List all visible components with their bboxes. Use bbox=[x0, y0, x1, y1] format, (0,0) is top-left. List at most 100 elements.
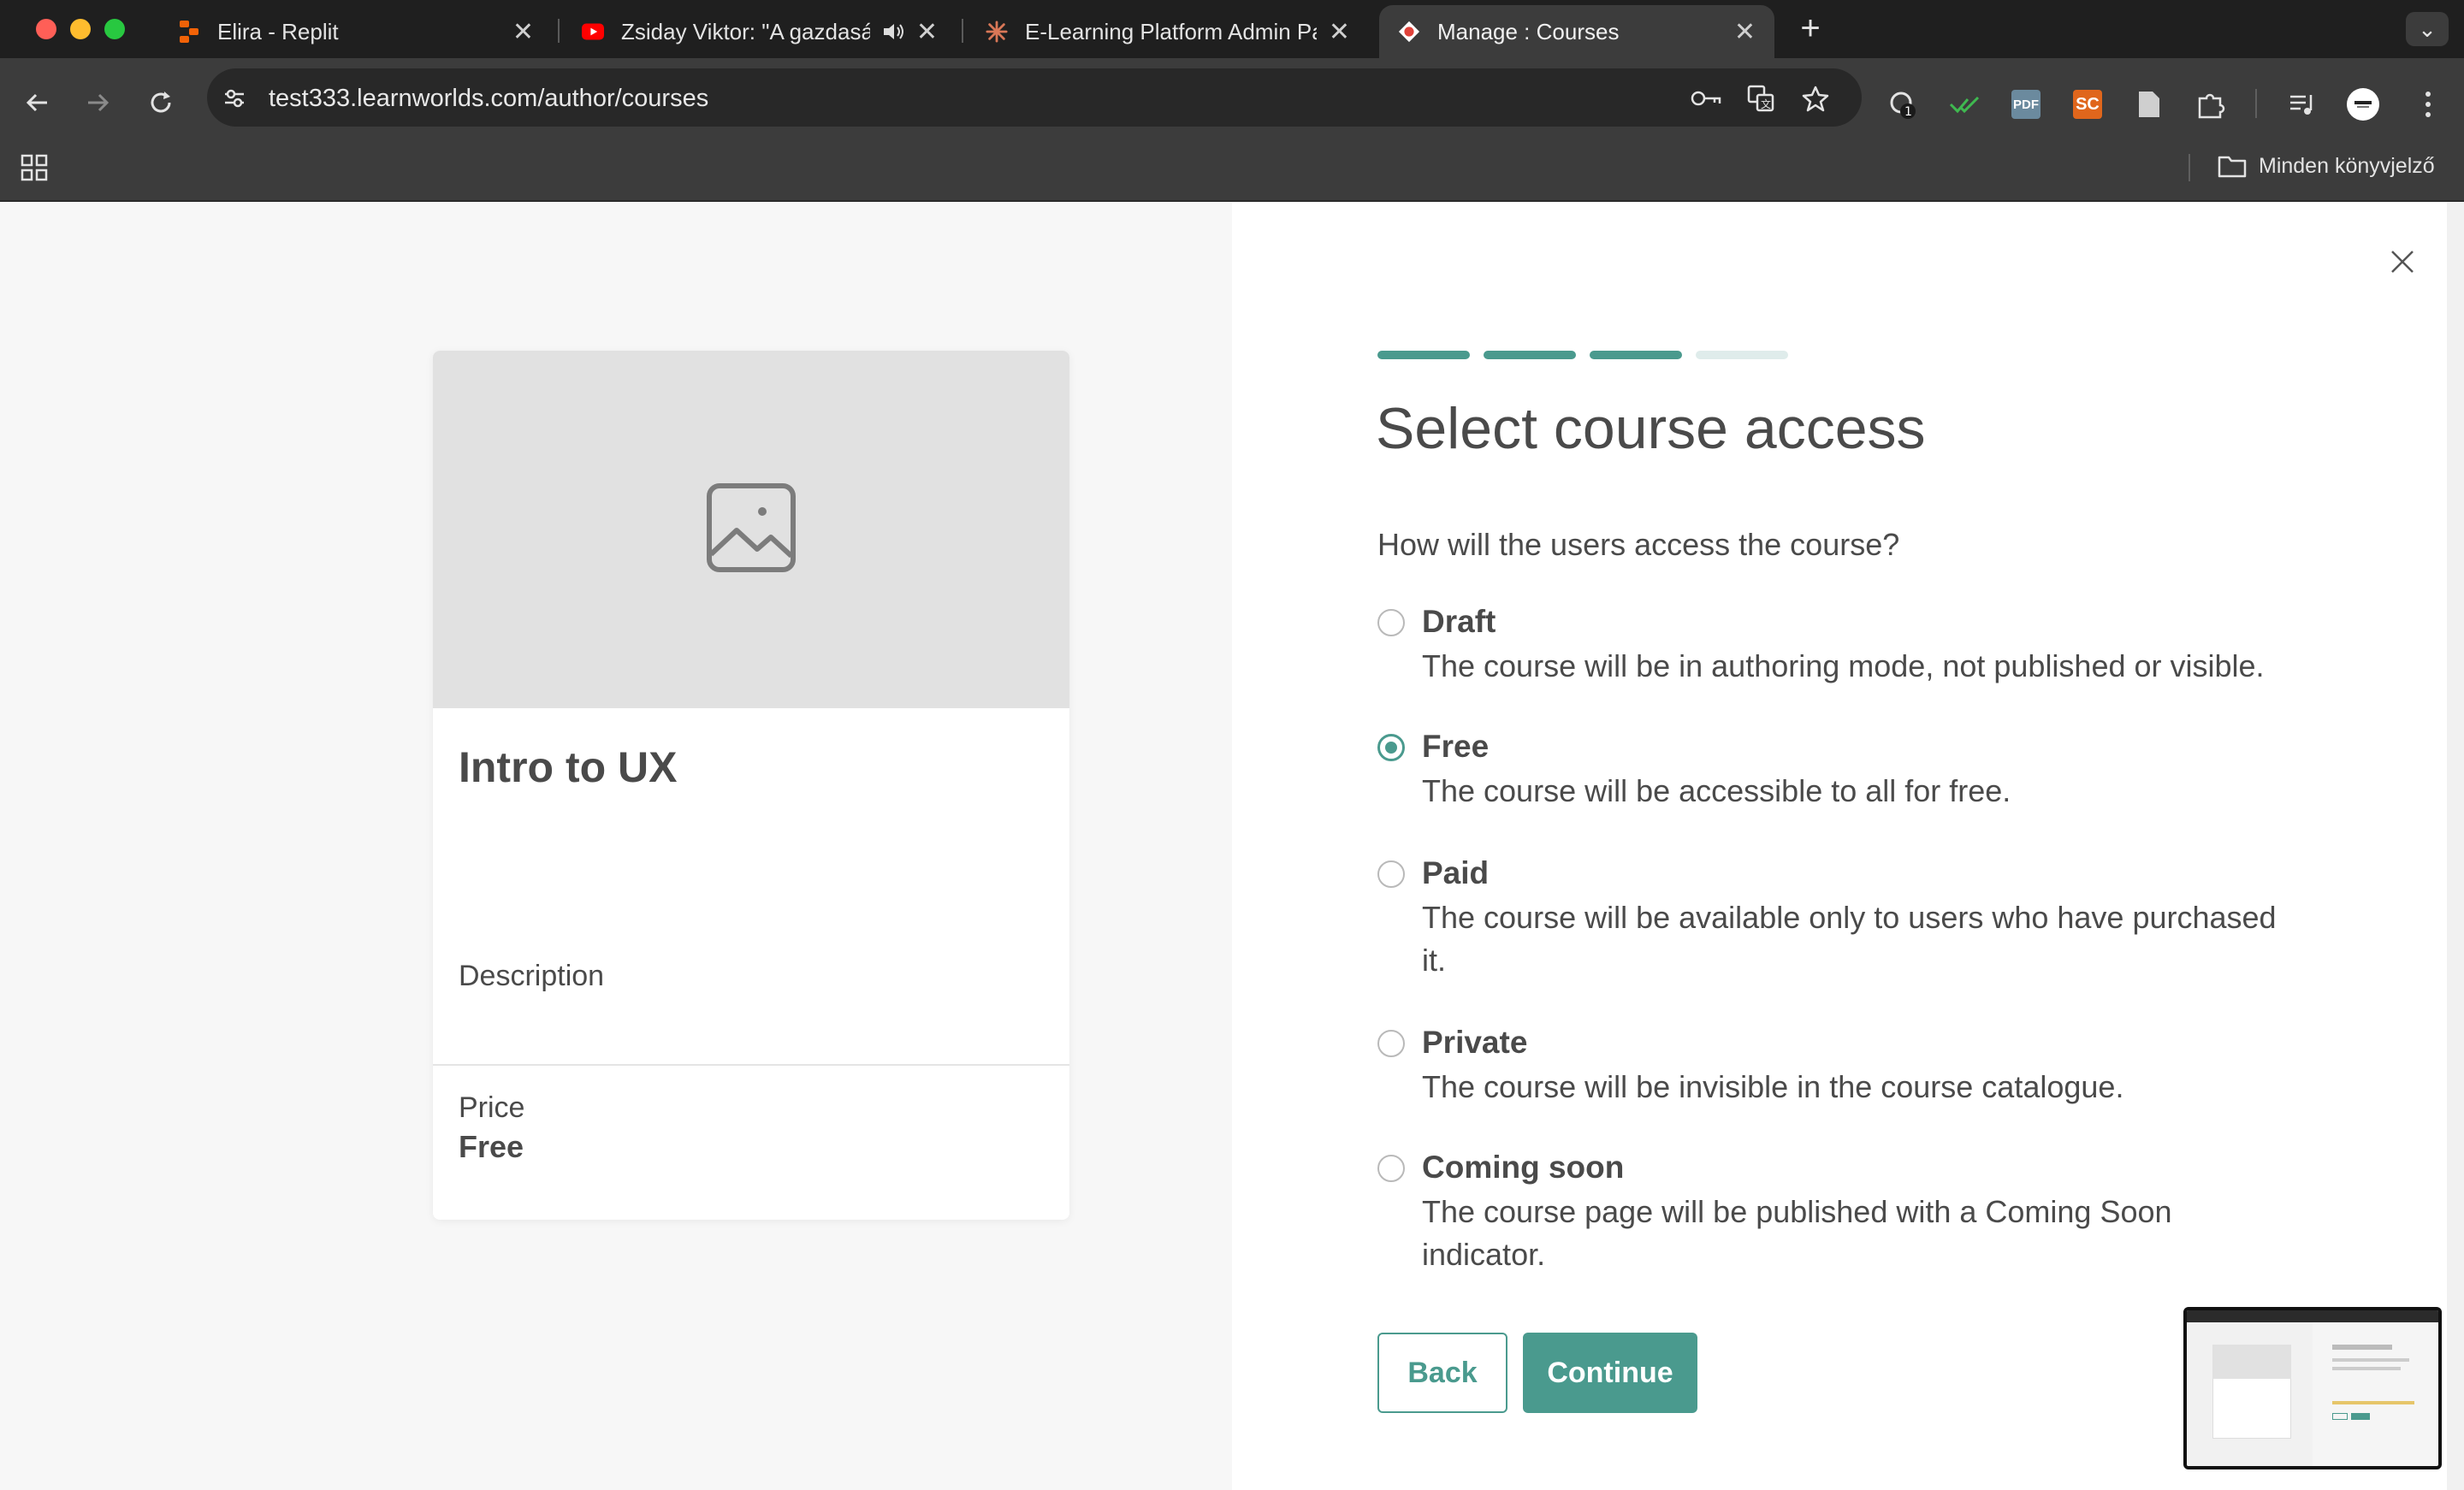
access-option-coming-soon[interactable]: Coming soon The course page will be publ… bbox=[1377, 1139, 2301, 1293]
option-title: Private bbox=[1422, 1025, 1528, 1060]
tab-separator bbox=[962, 19, 963, 43]
password-key-icon[interactable] bbox=[1691, 83, 1721, 114]
card-divider bbox=[433, 1064, 1069, 1066]
tab-title: Elira - Replit bbox=[217, 18, 339, 44]
media-control-icon[interactable] bbox=[2286, 87, 2320, 121]
course-image-placeholder bbox=[433, 351, 1069, 708]
image-placeholder-icon bbox=[706, 482, 797, 577]
toolbar-separator bbox=[2255, 89, 2257, 118]
sc-icon[interactable]: SC bbox=[2070, 87, 2105, 121]
reload-icon[interactable] bbox=[144, 86, 178, 120]
window-close-button[interactable] bbox=[36, 19, 56, 39]
preview-button bbox=[2351, 1413, 2370, 1420]
learnworlds-icon bbox=[1398, 21, 1420, 43]
course-description: Description bbox=[459, 960, 605, 992]
course-preview-card: Intro to UX Description Price Free bbox=[433, 351, 1069, 1220]
option-title: Paid bbox=[1422, 855, 1490, 890]
preview-pane: Intro to UX Description Price Free bbox=[0, 202, 1232, 1490]
course-title: Intro to UX bbox=[459, 743, 678, 791]
new-tab-button[interactable]: + bbox=[1793, 9, 1827, 48]
access-question: How will the users access the course? bbox=[1377, 527, 1900, 562]
youtube-icon bbox=[582, 21, 604, 43]
option-title: Free bbox=[1422, 729, 1490, 764]
profile-avatar[interactable] bbox=[2346, 87, 2380, 121]
translate-icon[interactable]: 文 bbox=[1745, 83, 1776, 114]
radio-private[interactable] bbox=[1377, 1030, 1405, 1057]
extensions-puzzle-icon[interactable] bbox=[2194, 87, 2228, 121]
site-info-icon[interactable] bbox=[219, 83, 250, 114]
checkmark-extension-icon[interactable] bbox=[1947, 87, 1981, 121]
close-icon[interactable]: ✕ bbox=[1734, 17, 1756, 47]
access-option-private[interactable]: Private The course will be invisible in … bbox=[1377, 1014, 2301, 1126]
all-bookmarks-label: Minden könyvjelző bbox=[2259, 153, 2435, 178]
tab-separator bbox=[558, 19, 560, 43]
svg-text:文: 文 bbox=[1761, 98, 1771, 110]
continue-button[interactable]: Continue bbox=[1523, 1333, 1697, 1413]
back-button[interactable]: Back bbox=[1377, 1333, 1507, 1413]
close-icon[interactable]: ✕ bbox=[512, 17, 534, 47]
tab-title: Zsiday Viktor: "A gazdasá bbox=[621, 18, 870, 44]
sparkle-icon bbox=[986, 21, 1008, 43]
browser-tab-bar: Elira - Replit ✕ Zsiday Viktor: "A gazda… bbox=[0, 0, 2464, 58]
option-description: The course will be available only to use… bbox=[1422, 900, 2277, 978]
address-bar[interactable]: test333.learnworlds.com/author/courses 文 bbox=[207, 68, 1862, 127]
browser-tab[interactable]: Zsiday Viktor: "A gazdasá ✕ bbox=[563, 5, 957, 58]
pdf-icon[interactable]: PDF bbox=[2009, 87, 2043, 121]
scrollbar-track[interactable] bbox=[2447, 202, 2464, 1490]
browser-tab[interactable]: E-Learning Platform Admin Pa ✕ bbox=[967, 5, 1369, 58]
bookmarks-bar bbox=[0, 147, 2464, 202]
browser-tab-active[interactable]: Manage : Courses ✕ bbox=[1379, 5, 1774, 58]
back-icon[interactable] bbox=[21, 86, 55, 120]
forward-icon[interactable] bbox=[80, 86, 115, 120]
bookmarks-separator bbox=[2189, 154, 2190, 181]
price-label: Price bbox=[459, 1091, 525, 1124]
access-option-free[interactable]: Free The course will be accessible to al… bbox=[1377, 718, 2301, 830]
preview-button bbox=[2332, 1413, 2348, 1420]
preview-line bbox=[2332, 1367, 2401, 1370]
url-text[interactable]: test333.learnworlds.com/author/courses bbox=[269, 85, 708, 113]
speaker-icon[interactable] bbox=[882, 21, 904, 43]
bookmark-star-icon[interactable] bbox=[1800, 83, 1831, 114]
progress-step-pending bbox=[1696, 351, 1788, 359]
progress-step-complete bbox=[1377, 351, 1470, 359]
replit-icon bbox=[178, 21, 200, 43]
preview-left bbox=[2187, 1322, 2313, 1466]
radio-paid[interactable] bbox=[1377, 860, 1405, 888]
browser-tab[interactable]: Elira - Replit ✕ bbox=[159, 5, 553, 58]
option-description: The course page will be published with a… bbox=[1422, 1194, 2172, 1272]
all-bookmarks-button[interactable]: Minden könyvjelző bbox=[2218, 151, 2435, 181]
course-wizard-page: Intro to UX Description Price Free Selec… bbox=[0, 202, 2464, 1490]
close-icon[interactable]: ✕ bbox=[916, 17, 938, 47]
option-title: Coming soon bbox=[1422, 1150, 1625, 1185]
preview-line bbox=[2332, 1358, 2409, 1362]
radio-free[interactable] bbox=[1377, 734, 1405, 761]
window-minimize-button[interactable] bbox=[70, 19, 91, 39]
option-title: Draft bbox=[1422, 604, 1496, 639]
access-option-paid[interactable]: Paid The course will be available only t… bbox=[1377, 845, 2301, 999]
progress-step-complete bbox=[1484, 351, 1576, 359]
price-value: Free bbox=[459, 1129, 524, 1164]
wizard-progress bbox=[1377, 351, 1788, 359]
option-description: The course will be in authoring mode, no… bbox=[1422, 648, 2265, 683]
radio-coming-soon[interactable] bbox=[1377, 1155, 1405, 1182]
document-extension-icon[interactable] bbox=[2132, 87, 2166, 121]
access-option-draft[interactable]: Draft The course will be in authoring mo… bbox=[1377, 594, 2301, 705]
progress-step-complete bbox=[1590, 351, 1682, 359]
radio-draft[interactable] bbox=[1377, 609, 1405, 636]
screen-recording-preview[interactable] bbox=[2183, 1307, 2442, 1469]
apps-grid-icon[interactable] bbox=[19, 152, 50, 183]
tab-title: Manage : Courses bbox=[1437, 18, 1620, 44]
browser-menu-icon[interactable] bbox=[2411, 87, 2445, 121]
close-wizard-button[interactable] bbox=[2385, 246, 2420, 281]
preview-line bbox=[2332, 1401, 2414, 1404]
page-title: Select course access bbox=[1376, 396, 1926, 461]
window-maximize-button[interactable] bbox=[104, 19, 125, 39]
folder-icon bbox=[2218, 154, 2247, 178]
close-icon bbox=[2390, 249, 2415, 279]
option-description: The course will be accessible to all for… bbox=[1422, 773, 2011, 808]
extension-badge-count: 1 bbox=[1904, 105, 1912, 119]
tab-search-button[interactable]: ⌄ bbox=[2406, 12, 2449, 46]
extension-badge-icon[interactable]: 1 bbox=[1886, 87, 1920, 121]
close-icon[interactable]: ✕ bbox=[1329, 17, 1350, 47]
tab-title: E-Learning Platform Admin Pa bbox=[1025, 18, 1317, 44]
